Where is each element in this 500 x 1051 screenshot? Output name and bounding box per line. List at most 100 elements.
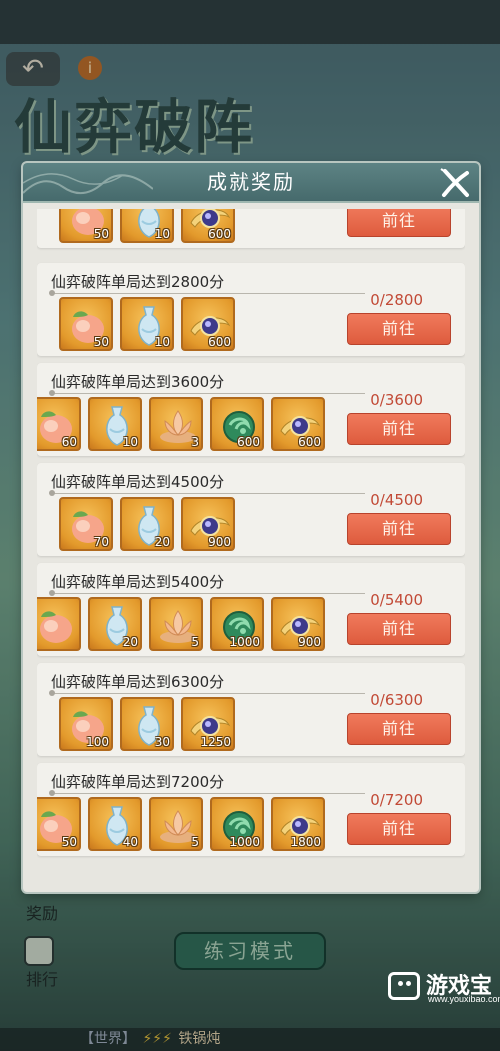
reward-item[interactable]: 100	[59, 697, 113, 751]
reward-quantity: 20	[122, 635, 138, 649]
go-button[interactable]: 前往	[347, 413, 451, 445]
watermark-url: www.youxibao.com	[428, 994, 500, 1004]
reward-quantity: 50	[93, 227, 109, 241]
gamepad-logo-icon	[388, 972, 420, 1000]
close-x-icon[interactable]	[437, 165, 473, 201]
go-button[interactable]: 前往	[347, 813, 451, 845]
go-button[interactable]: 前往	[347, 513, 451, 545]
achievement-progress: 0/7200	[370, 791, 423, 809]
reward-item[interactable]: 5	[149, 797, 203, 851]
reward-quantity: 50	[61, 835, 77, 849]
achievement-card: 仙弈破阵单局达到3600分 0/3600 60 10 3 600 600 前往	[37, 363, 465, 456]
watermark: 游戏宝 www.youxibao.com	[388, 968, 500, 1008]
achievement-card: 仙弈破阵单局达到6300分 0/6300 100 30 1250 前往	[37, 663, 465, 756]
reward-item[interactable]: 600	[181, 297, 235, 351]
reward-items: 50 10 600	[59, 297, 359, 351]
achievement-title: 仙弈破阵单局达到4500分	[51, 473, 225, 491]
divider-line	[49, 790, 365, 796]
divider-line	[49, 290, 365, 296]
reward-quantity: 1000	[229, 835, 260, 849]
reward-quantity: 10	[122, 435, 138, 449]
reward-item[interactable]: 50	[59, 209, 113, 243]
achievement-title: 仙弈破阵单局达到3600分	[51, 373, 225, 391]
reward-items: 50 10 600	[59, 209, 359, 243]
reward-items: 50 40 5 1000 1800	[37, 797, 359, 851]
reward-quantity: 30	[154, 735, 170, 749]
divider-line	[49, 390, 365, 396]
reward-items: 60 10 3 600 600	[37, 397, 359, 451]
achievement-card: 仙弈破阵单局达到4500分 0/4500 70 20 900 前往	[37, 463, 465, 556]
dialog-title: 成就奖励	[207, 170, 295, 194]
reward-quantity: 20	[154, 535, 170, 549]
reward-quantity: 40	[122, 835, 138, 849]
reward-item[interactable]: 50	[59, 297, 113, 351]
achievement-title: 仙弈破阵单局达到6300分	[51, 673, 225, 691]
dialog-header: 成就奖励	[23, 163, 479, 203]
reward-quantity: 1250	[200, 735, 231, 749]
reward-quantity: 600	[237, 435, 260, 449]
reward-item[interactable]: 10	[88, 397, 142, 451]
achievement-progress: 0/2800	[370, 291, 423, 309]
reward-quantity: 900	[298, 635, 321, 649]
achievement-card: 仙弈破阵单局达到5400分 0/5400 20 5 1000 900 前往	[37, 563, 465, 656]
achievement-progress: 0/4500	[370, 491, 423, 509]
reward-item[interactable]: 900	[271, 597, 325, 651]
reward-quantity: 5	[191, 635, 199, 649]
reward-item[interactable]: 1000	[210, 797, 264, 851]
divider-line	[49, 690, 365, 696]
reward-item[interactable]	[37, 597, 81, 651]
achievement-card: 50 10 600 前往	[37, 209, 465, 248]
reward-items: 70 20 900	[59, 497, 359, 551]
reward-quantity: 1000	[229, 635, 260, 649]
reward-item[interactable]: 70	[59, 497, 113, 551]
reward-item[interactable]: 20	[88, 597, 142, 651]
divider-line	[49, 590, 365, 596]
reward-quantity: 600	[298, 435, 321, 449]
reward-item[interactable]: 1000	[210, 597, 264, 651]
reward-item[interactable]: 10	[120, 297, 174, 351]
achievement-list[interactable]: 50 10 600 前往 仙弈破阵单局达到2800分 0/2800 50 10 600 前往 仙弈破…	[37, 209, 465, 885]
reward-quantity: 70	[93, 535, 109, 549]
reward-items: 100 30 1250	[59, 697, 359, 751]
reward-quantity: 100	[86, 735, 109, 749]
go-button[interactable]: 前往	[347, 209, 451, 237]
reward-quantity: 3	[191, 435, 199, 449]
reward-quantity: 60	[61, 435, 77, 449]
achievement-card: 仙弈破阵单局达到2800分 0/2800 50 10 600 前往	[37, 263, 465, 356]
achievement-progress: 0/5400	[370, 591, 423, 609]
reward-quantity: 10	[154, 227, 170, 241]
achievement-title: 仙弈破阵单局达到7200分	[51, 773, 225, 791]
reward-item[interactable]: 900	[181, 497, 235, 551]
reward-item[interactable]: 3	[149, 397, 203, 451]
reward-quantity: 50	[93, 335, 109, 349]
reward-item[interactable]: 1800	[271, 797, 325, 851]
go-button[interactable]: 前往	[347, 313, 451, 345]
achievement-rewards-dialog: 成就奖励 50 10 600 前往 仙弈破阵单局达到2800分 0/2800 50 10 600…	[23, 163, 479, 892]
reward-item[interactable]: 30	[120, 697, 174, 751]
achievement-title: 仙弈破阵单局达到5400分	[51, 573, 225, 591]
reward-quantity: 900	[208, 535, 231, 549]
achievement-card: 仙弈破阵单局达到7200分 0/7200 50 40 5 1000 1800 前往	[37, 763, 465, 856]
go-button[interactable]: 前往	[347, 613, 451, 645]
reward-quantity: 10	[154, 335, 170, 349]
achievement-progress: 0/3600	[370, 391, 423, 409]
reward-quantity: 600	[208, 335, 231, 349]
reward-items: 20 5 1000 900	[37, 597, 359, 651]
reward-item[interactable]: 40	[88, 797, 142, 851]
reward-item[interactable]: 5	[149, 597, 203, 651]
reward-item[interactable]: 10	[120, 209, 174, 243]
reward-quantity: 600	[208, 227, 231, 241]
achievement-progress: 0/6300	[370, 691, 423, 709]
divider-line	[49, 490, 365, 496]
reward-quantity: 5	[191, 835, 199, 849]
reward-item[interactable]: 600	[271, 397, 325, 451]
reward-item[interactable]: 20	[120, 497, 174, 551]
reward-item[interactable]: 1250	[181, 697, 235, 751]
achievement-title: 仙弈破阵单局达到2800分	[51, 273, 225, 291]
peach-icon	[40, 611, 72, 643]
reward-item[interactable]: 600	[181, 209, 235, 243]
reward-item[interactable]: 50	[37, 797, 81, 851]
go-button[interactable]: 前往	[347, 713, 451, 745]
reward-item[interactable]: 600	[210, 397, 264, 451]
reward-item[interactable]: 60	[37, 397, 81, 451]
